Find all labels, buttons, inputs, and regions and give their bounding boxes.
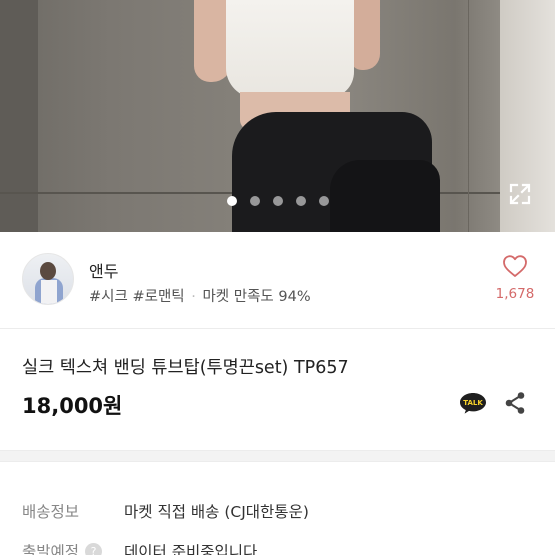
help-icon[interactable]: ?	[85, 543, 103, 555]
photo-arm	[350, 0, 380, 70]
like-button[interactable]: 1,678	[492, 254, 538, 302]
departure-value: 데이터 준비중입니다	[124, 543, 258, 555]
talk-label: TALK	[463, 399, 483, 407]
section-gap	[0, 450, 555, 462]
carousel-dot[interactable]	[250, 196, 260, 206]
delivery-info-value: 마켓 직접 배송 (CJ대한통운)	[124, 503, 309, 521]
product-title: 실크 텍스쳐 밴딩 튜브탑(투명끈set) TP657	[22, 358, 349, 378]
expand-icon[interactable]	[508, 182, 532, 206]
heart-outline-icon	[503, 255, 527, 277]
like-count: 1,678	[495, 286, 535, 302]
departure-label: 출발예정	[22, 543, 80, 555]
section-divider	[0, 328, 555, 329]
kakao-talk-icon[interactable]: TALK	[459, 392, 487, 414]
meta-separator: ·	[191, 289, 196, 305]
carousel-dot[interactable]	[319, 196, 329, 206]
seller-name[interactable]: 앤두	[89, 258, 118, 282]
share-icon[interactable]	[504, 391, 526, 415]
carousel-dot[interactable]	[227, 196, 237, 206]
departure-label-row: 출발예정?	[22, 540, 103, 555]
avatar-figure	[41, 280, 57, 304]
seller-meta: #시크 #로맨틱 · 마켓 만족도 94%	[89, 285, 311, 306]
photo-tube-top	[226, 0, 354, 98]
product-photo[interactable]	[0, 0, 555, 232]
seller-avatar[interactable]	[22, 253, 74, 305]
seller-tag[interactable]: #시크	[89, 289, 128, 305]
delivery-info-label: 배송정보	[22, 503, 80, 521]
seller-tag[interactable]: #로맨틱	[132, 289, 184, 305]
avatar-figure	[40, 262, 56, 280]
product-price: 18,000원	[22, 394, 123, 418]
market-satisfaction: 마켓 만족도 94%	[202, 289, 311, 305]
carousel-indicator	[0, 196, 555, 208]
carousel-dot[interactable]	[296, 196, 306, 206]
carousel-dot[interactable]	[273, 196, 283, 206]
